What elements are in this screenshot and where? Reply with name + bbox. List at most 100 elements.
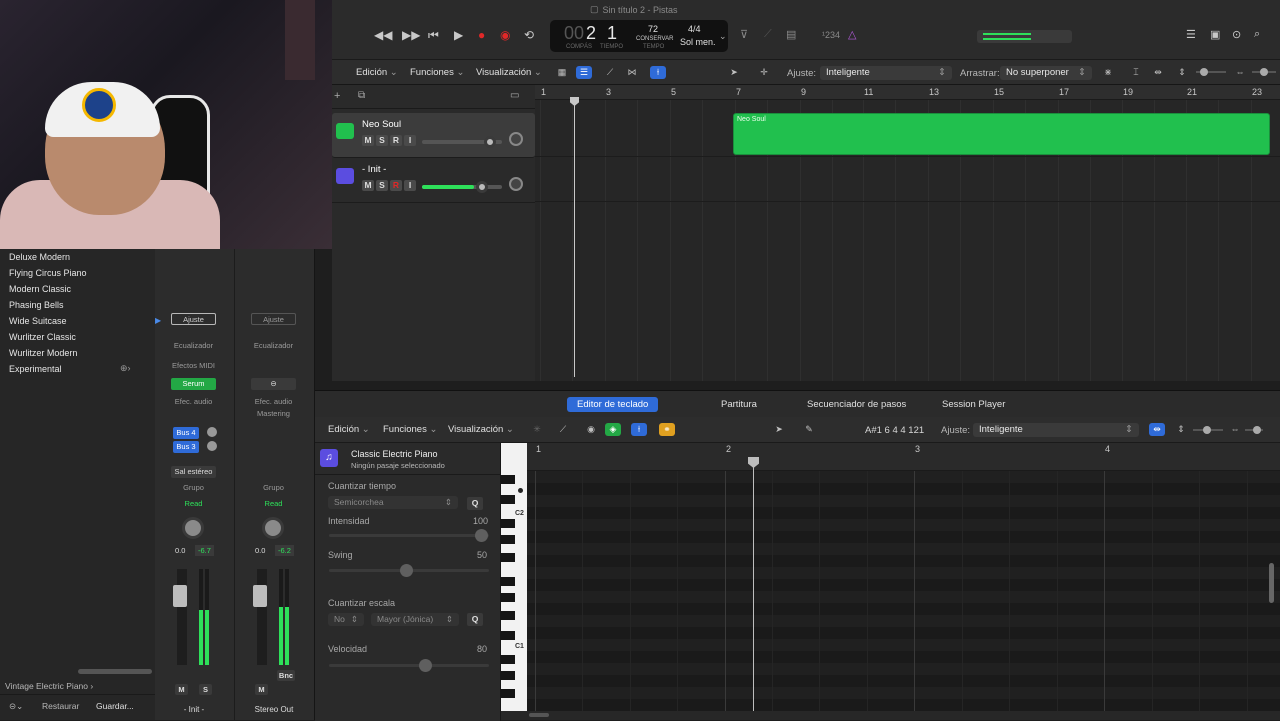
tracks-area[interactable]: 1 3 5 7 9 11 13 15 17 19 21 23 Neo Soul [535,85,1280,381]
midi-region[interactable]: Neo Soul [733,113,1270,155]
snap-select[interactable]: Inteligente ⇕ [820,66,952,80]
library-item[interactable]: Experimental [9,364,62,374]
mute-button[interactable]: M [175,684,188,695]
intensity-slider[interactable] [329,529,489,542]
quantize-time-select[interactable]: Semicorchea ⇕ [328,496,458,509]
midi-fx-slot[interactable]: Efectos MIDI [171,360,216,372]
track-volume-slider[interactable] [422,181,502,193]
setting-button[interactable]: Ajuste [251,313,296,325]
pointer-tool-icon[interactable]: ➤ [771,423,787,436]
volume-fader[interactable] [177,569,187,665]
duplicate-track-icon[interactable]: ⧉ [358,90,365,101]
quantize-scale-button[interactable]: Q [467,613,483,626]
view-menu[interactable]: Visualización [448,424,514,435]
track-volume-slider[interactable] [422,136,502,148]
grid-view-icon[interactable]: ▦ [554,66,570,79]
drag-select[interactable]: No superponer ⇕ [1000,66,1092,80]
vertical-zoom-slider[interactable] [1193,426,1223,434]
mute-button[interactable]: M [255,684,268,695]
library-item[interactable]: Wide Suitcase [9,316,67,326]
mute-button[interactable]: M [362,135,374,146]
edit-menu[interactable]: Edición [328,424,370,435]
record-icon[interactable]: ● [478,28,485,42]
pointer-tool-icon[interactable]: ➤ [726,66,742,79]
add-circle-icon[interactable]: ⊕› [120,363,131,374]
library-item[interactable]: Deluxe Modern [9,252,70,262]
global-tracks-icon[interactable]: ▭ [510,90,519,101]
piano-roll-grid[interactable]: 1 2 3 4 [527,443,1280,711]
view-menu[interactable]: Visualización [476,67,542,78]
flex-icon[interactable]: ⋈ [624,66,640,79]
eq-display[interactable]: Ecualizador [251,340,296,352]
fader-cap[interactable] [253,585,267,607]
input-monitor-button[interactable]: I [404,180,416,191]
fit-horizontal-icon[interactable]: ⇹ [1149,423,1165,436]
track-name[interactable]: - Init - [362,164,386,175]
list-editor-icon[interactable]: ▤ [786,28,796,41]
library-breadcrumb[interactable]: Vintage Electric Piano › [5,681,93,691]
pan-knob[interactable] [262,517,284,539]
midi-in-icon[interactable]: ✳ [529,423,545,436]
edit-menu[interactable]: Edición [356,67,398,78]
lcd-display[interactable]: 00 2 1 COMPÁS TIEMPO 72 CONSERVAR TEMPO … [550,20,728,52]
vertical-zoom-slider[interactable] [1196,68,1226,76]
go-to-start-icon[interactable]: ⏮ [428,28,439,43]
rewind-icon[interactable]: ◀◀ [374,28,392,42]
link-icon[interactable]: ⚭ [659,423,675,436]
vertical-zoom-icon[interactable]: ⇕ [1173,423,1189,436]
eq-display[interactable]: Ecualizador [171,340,216,352]
collapse-icon[interactable]: ◈ [605,423,621,436]
fast-forward-icon[interactable]: ▶▶ [402,28,420,42]
waveform-zoom-icon[interactable]: ⋇ [1100,66,1116,79]
library-item[interactable]: Modern Classic [9,284,71,294]
save-button[interactable]: Guardar... [96,701,134,711]
input-monitor-button[interactable]: I [404,135,416,146]
tab-step-sequencer[interactable]: Secuenciador de pasos [797,397,916,412]
chevron-down-icon[interactable]: ⌄ [719,31,727,42]
volume-fader[interactable] [257,569,267,665]
group-slot[interactable]: Grupo [251,482,296,494]
audio-fx-slot[interactable]: Efec. audio [171,396,216,408]
piano-keyboard[interactable]: C2 C1 [501,443,527,711]
automation-mode[interactable]: Read [251,498,296,510]
library-item[interactable]: Wurlitzer Modern [9,348,77,358]
library-item[interactable]: Phasing Bells [9,300,64,310]
settings-menu-icon[interactable]: ⊝⌄ [9,701,23,712]
fader-cap[interactable] [173,585,187,607]
track-row[interactable]: - Init - MSRI [332,158,535,203]
functions-menu[interactable]: Funciones [410,67,464,78]
solo-button[interactable]: S [376,135,388,146]
send-slot[interactable]: Bus 4 [173,427,199,439]
vertical-scrollbar[interactable] [1269,563,1274,603]
tab-session-player[interactable]: Session Player [932,397,1015,412]
vertical-zoom-icon[interactable]: ⇕ [1174,66,1190,79]
midi-out-icon[interactable]: ◉ [583,423,599,436]
audio-fx-slot[interactable]: Efec. audio [251,396,296,408]
swing-slider[interactable] [329,564,489,577]
quantize-scale-select[interactable]: No ⇕ [328,613,364,626]
mute-button[interactable]: M [362,180,374,191]
browser-icon[interactable]: ⌕ [1254,28,1260,41]
play-icon[interactable]: ▶ [454,28,463,42]
loop-browser-icon[interactable]: ⊙ [1232,28,1241,41]
record-enable-button[interactable]: R [390,180,402,191]
library-scrollbar[interactable] [78,669,152,674]
link-icon[interactable]: ⊖ [251,378,296,390]
send-slot[interactable]: Bus 3 [173,441,199,453]
record-enable-button[interactable]: R [390,135,402,146]
restore-button[interactable]: Restaurar [42,701,79,711]
notepad-icon[interactable]: ▣ [1210,28,1220,41]
list-icon[interactable]: ☰ [1186,28,1196,41]
solo-button[interactable]: S [199,684,212,695]
quantize-time-button[interactable]: Q [467,497,483,510]
catch-icon[interactable]: ⍿ [650,66,666,79]
catch-icon[interactable]: ⍿ [631,423,647,436]
automation-icon[interactable]: ⟋ [555,423,571,436]
playhead[interactable] [574,97,575,377]
horizontal-zoom-slider[interactable] [1245,426,1263,434]
instrument-slot[interactable]: Serum [171,378,216,390]
editor-ruler[interactable]: 1 2 3 4 [527,443,1280,471]
add-track-icon[interactable]: + [334,90,340,102]
automation-icon[interactable]: ⟋ [602,66,618,79]
capture-record-icon[interactable]: ◉ [500,28,510,42]
